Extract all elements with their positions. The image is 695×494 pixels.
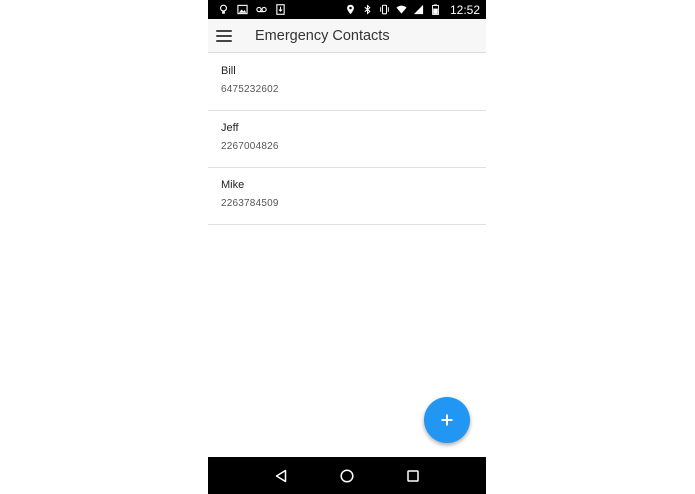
home-button[interactable] bbox=[339, 468, 355, 484]
contact-phone: 2263784509 bbox=[221, 198, 279, 209]
list-item[interactable]: Jeff 2267004826 bbox=[208, 111, 486, 168]
app-bar: Emergency Contacts bbox=[208, 19, 486, 53]
phone-screen: 12:52 Emergency Contacts Bill 6475232602… bbox=[208, 0, 486, 494]
add-contact-button[interactable] bbox=[424, 397, 470, 443]
bulb-icon bbox=[218, 4, 229, 15]
back-icon bbox=[275, 469, 287, 482]
contact-list: Bill 6475232602 Jeff 2267004826 Mike 226… bbox=[208, 54, 486, 225]
status-bar: 12:52 bbox=[208, 0, 486, 19]
location-icon bbox=[345, 4, 356, 15]
recents-button[interactable] bbox=[405, 468, 421, 484]
wifi-icon bbox=[396, 4, 407, 15]
list-item[interactable]: Mike 2263784509 bbox=[208, 168, 486, 225]
list-item[interactable]: Bill 6475232602 bbox=[208, 54, 486, 111]
contact-name: Mike bbox=[221, 179, 245, 191]
recents-icon bbox=[407, 469, 419, 482]
home-icon bbox=[340, 468, 354, 483]
back-button[interactable] bbox=[273, 468, 289, 484]
contact-name: Bill bbox=[221, 65, 236, 77]
navigation-bar bbox=[208, 457, 486, 494]
vibrate-icon bbox=[379, 4, 390, 15]
contact-name: Jeff bbox=[221, 122, 239, 134]
status-clock: 12:52 bbox=[449, 2, 480, 17]
bluetooth-icon bbox=[362, 4, 373, 15]
signal-icon bbox=[413, 4, 424, 15]
menu-icon[interactable] bbox=[216, 29, 232, 42]
download-icon bbox=[275, 4, 286, 15]
status-left-icons bbox=[218, 4, 286, 15]
plus-icon bbox=[441, 414, 453, 426]
image-icon bbox=[237, 4, 248, 15]
voicemail-icon bbox=[256, 4, 267, 15]
contact-phone: 6475232602 bbox=[221, 84, 279, 95]
battery-icon bbox=[430, 4, 441, 15]
page-title: Emergency Contacts bbox=[255, 27, 390, 44]
contact-phone: 2267004826 bbox=[221, 141, 279, 152]
status-right-icons: 12:52 bbox=[345, 3, 480, 17]
